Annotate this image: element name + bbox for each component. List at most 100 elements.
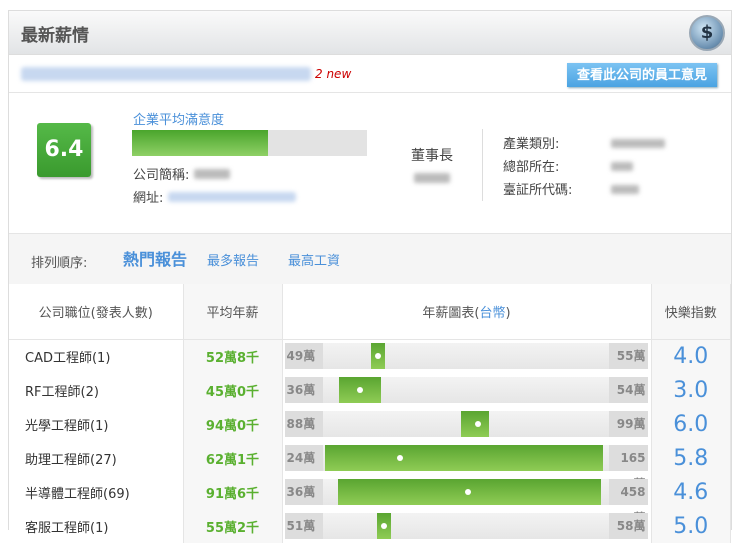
panel-header: 最新薪情 $ — [9, 11, 731, 55]
website-row: 網址: — [133, 187, 296, 206]
satisfaction-label[interactable]: 企業平均滿意度 — [133, 109, 224, 128]
avg-salary: 94萬0千 — [183, 407, 283, 441]
salary-range-chart: 36萬 458萬 — [284, 479, 648, 525]
avg-marker — [356, 387, 363, 393]
col-happiness: 快樂指數 — [651, 284, 731, 340]
avg-salary: 91萬6千 — [183, 475, 283, 509]
table-row[interactable]: 助理工程師(27) 62萬1千 24萬 165萬 5.8 — [9, 441, 731, 491]
range-track — [322, 343, 609, 370]
happiness-index: 3.0 — [651, 373, 731, 407]
salary-chart-cell: 36萬 458萬 — [282, 475, 652, 525]
view-employee-opinions-button[interactable]: 查看此公司的員工意見 — [567, 63, 717, 87]
position-name[interactable]: RF工程師(2) — [9, 373, 184, 407]
salary-chart-cell: 88萬 99萬 — [282, 407, 652, 441]
avg-marker — [464, 489, 471, 495]
company-row: 2 new 查看此公司的員工意見 — [9, 55, 731, 93]
satisfaction-bar — [132, 130, 367, 156]
avg-salary: 52萬8千 — [183, 339, 283, 373]
salary-chart-cell: 36萬 54萬 — [282, 373, 652, 407]
salary-chart-cell: 51萬 58萬 — [282, 509, 652, 543]
salary-range-chart: 36萬 54萬 — [284, 377, 648, 403]
position-name[interactable]: 光學工程師(1) — [9, 407, 184, 441]
avg-marker — [474, 421, 481, 427]
salary-panel: 最新薪情 $ 2 new 查看此公司的員工意見 6.4 企業平均滿意度 公司簡稱… — [8, 10, 732, 543]
happiness-index: 4.6 — [651, 475, 731, 509]
range-track — [322, 411, 609, 437]
table-row[interactable]: 客服工程師(1) 55萬2千 51萬 58萬 5.0 — [9, 509, 731, 543]
max-salary: 458萬 — [608, 479, 648, 525]
stock-code-value-blurred — [611, 185, 639, 194]
salary-range-chart: 51萬 58萬 — [284, 513, 648, 539]
max-salary: 99萬 — [608, 411, 648, 437]
max-salary: 165萬 — [608, 445, 648, 491]
range-track — [322, 513, 609, 539]
short-name-label: 公司簡稱: — [133, 168, 190, 183]
col-position: 公司職位(發表人數) — [9, 284, 184, 340]
avg-salary: 55萬2千 — [183, 509, 283, 543]
col-chart: 年薪圖表(台幣) — [282, 284, 652, 340]
chart-header-suffix: ) — [505, 305, 511, 321]
salary-range-chart: 24萬 165萬 — [284, 445, 648, 491]
hq-label: 總部所在: — [503, 160, 560, 175]
score-badge: 6.4 — [37, 123, 91, 177]
happiness-index: 4.0 — [651, 339, 731, 373]
salary-chart-cell: 24萬 165萬 — [282, 441, 652, 491]
range-track — [322, 445, 609, 471]
hq-value-blurred — [611, 162, 633, 171]
sort-label: 排列順序: — [31, 256, 88, 271]
salary-range-chart: 88萬 99萬 — [284, 411, 648, 437]
position-name[interactable]: 半導體工程師(69) — [9, 475, 184, 509]
sort-bar: 排列順序: 熱門報告 最多報告 最高工資 — [9, 233, 731, 284]
table-row[interactable]: CAD工程師(1) 52萬8千 49萬 55萬 4.0 — [9, 339, 731, 373]
website-label: 網址: — [133, 191, 164, 206]
min-salary: 24萬 — [284, 445, 323, 471]
panel-title: 最新薪情 — [21, 26, 89, 46]
satisfaction-fill — [132, 130, 269, 156]
avg-marker — [380, 523, 387, 529]
happiness-index: 5.8 — [651, 441, 731, 475]
min-salary: 49萬 — [284, 343, 323, 370]
min-salary: 36萬 — [284, 377, 323, 403]
salary-chart-cell: 49萬 55萬 — [282, 339, 652, 373]
sort-hot-reports[interactable]: 熱門報告 — [123, 246, 187, 270]
new-badge: 2 new — [315, 67, 352, 81]
max-salary: 54萬 — [608, 377, 648, 403]
avg-salary: 62萬1千 — [183, 441, 283, 475]
sort-most-reports[interactable]: 最多報告 — [207, 250, 259, 269]
avg-marker — [374, 353, 381, 360]
website-link-blurred[interactable] — [167, 192, 296, 202]
currency-link[interactable]: 台幣 — [479, 306, 505, 321]
divider — [482, 129, 483, 201]
avg-marker — [396, 455, 403, 461]
sort-highest-salary[interactable]: 最高工資 — [288, 250, 340, 269]
table-row[interactable]: RF工程師(2) 45萬0千 36萬 54萬 3.0 — [9, 373, 731, 407]
range-track — [322, 377, 609, 403]
happiness-index: 6.0 — [651, 407, 731, 441]
min-salary: 51萬 — [284, 513, 323, 539]
salary-range-chart: 49萬 55萬 — [284, 343, 648, 370]
min-salary: 36萬 — [284, 479, 323, 505]
stock-code-label: 臺証所代碼: — [503, 183, 573, 198]
max-salary: 58萬 — [608, 513, 648, 539]
col-avg: 平均年薪 — [183, 284, 283, 340]
table-row[interactable]: 光學工程師(1) 94萬0千 88萬 99萬 6.0 — [9, 407, 731, 441]
company-name-blurred[interactable] — [21, 67, 311, 81]
avg-salary: 45萬0千 — [183, 373, 283, 407]
short-name-row: 公司簡稱: — [133, 164, 230, 183]
range-track — [322, 479, 609, 505]
chairman-label: 董事長 — [411, 148, 453, 164]
range-bar — [324, 445, 603, 471]
chart-header-label: 年薪圖表( — [422, 305, 480, 321]
table-row[interactable]: 半導體工程師(69) 91萬6千 36萬 458萬 4.6 — [9, 475, 731, 525]
short-name-value-blurred — [193, 169, 230, 179]
dollar-coin-icon: $ — [689, 15, 725, 51]
salary-table: 公司職位(發表人數) 平均年薪 年薪圖表(台幣) 快樂指數 CAD工程師(1) … — [9, 284, 731, 543]
position-name[interactable]: CAD工程師(1) — [9, 339, 184, 373]
chairman-value-blurred — [414, 173, 450, 183]
position-name[interactable]: 客服工程師(1) — [9, 509, 184, 543]
min-salary: 88萬 — [284, 411, 323, 437]
industry-label: 產業類別: — [503, 137, 560, 152]
happiness-index: 5.0 — [651, 509, 731, 543]
max-salary: 55萬 — [608, 343, 648, 370]
position-name[interactable]: 助理工程師(27) — [9, 441, 184, 475]
